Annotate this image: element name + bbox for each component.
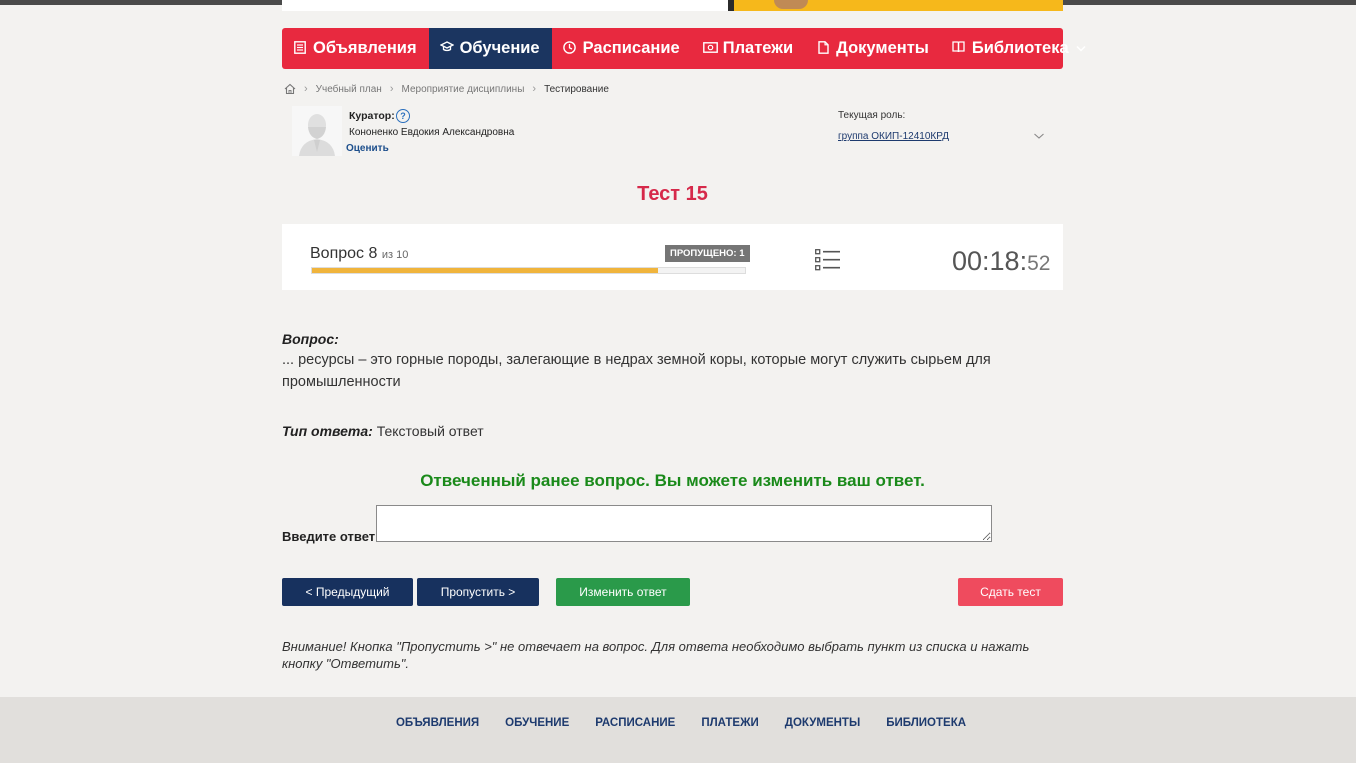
footer-link-documents[interactable]: ДОКУМЕНТЫ <box>785 717 860 729</box>
document-icon <box>816 40 830 57</box>
nav-item-announcements[interactable]: Объявления <box>282 28 429 69</box>
answer-input-label: Введите ответ: <box>282 529 380 544</box>
money-icon <box>702 41 718 56</box>
nav-label: Платежи <box>722 39 794 57</box>
answer-type: Тип ответа: Текстовый ответ <box>282 423 484 439</box>
footer-link-announcements[interactable]: ОБЪЯВЛЕНИЯ <box>396 717 479 729</box>
progress-bar <box>311 267 746 274</box>
nav-item-documents[interactable]: Документы <box>805 28 941 69</box>
footer-nav: ОБЪЯВЛЕНИЯ ОБУЧЕНИЕ РАСПИСАНИЕ ПЛАТЕЖИ Д… <box>0 717 1356 729</box>
footer: ОБЪЯВЛЕНИЯ ОБУЧЕНИЕ РАСПИСАНИЕ ПЛАТЕЖИ Д… <box>0 697 1356 763</box>
graduation-cap-icon <box>439 41 455 56</box>
previous-button[interactable]: < Предыдущий <box>282 578 413 606</box>
breadcrumb: › Учебный план › Мероприятие дисциплины … <box>284 82 609 96</box>
nav-label: Обучение <box>459 39 540 57</box>
nav-item-library[interactable]: Библиотека <box>941 28 1098 69</box>
curator-avatar <box>292 106 342 156</box>
nav-item-schedule[interactable]: Расписание <box>552 28 692 69</box>
question-label: Вопрос: <box>282 331 339 347</box>
main-nav: Объявления Обучение Расписание Платежи Д… <box>282 28 1086 69</box>
chevron-right-icon: › <box>532 83 537 95</box>
skip-button[interactable]: Пропустить > <box>417 578 539 606</box>
question-list-icon[interactable] <box>815 249 841 271</box>
curator-name: Кононенко Евдокия Александровна <box>349 127 515 138</box>
nav-label: Документы <box>836 39 929 57</box>
answer-input[interactable] <box>376 505 992 542</box>
footer-link-schedule[interactable]: РАСПИСАНИЕ <box>595 717 675 729</box>
breadcrumb-item[interactable]: Мероприятие дисциплины <box>402 84 525 95</box>
nav-item-education[interactable]: Обучение <box>428 28 552 69</box>
nav-item-payments[interactable]: Платежи <box>692 28 805 69</box>
change-answer-button[interactable]: Изменить ответ <box>556 578 690 606</box>
footer-link-education[interactable]: ОБУЧЕНИЕ <box>505 717 569 729</box>
rate-link[interactable]: Оценить <box>346 143 389 154</box>
list-icon <box>293 40 307 57</box>
curator-label: Куратор: <box>349 110 395 122</box>
chevron-down-icon <box>1076 43 1086 55</box>
breadcrumb-current: Тестирование <box>544 83 609 95</box>
skipped-badge: ПРОПУЩЕНО: 1 <box>665 245 750 262</box>
home-icon[interactable] <box>284 83 296 95</box>
chevron-down-icon[interactable] <box>1033 128 1045 139</box>
progress-fill <box>312 268 659 273</box>
page-title: Тест 15 <box>637 183 708 205</box>
answered-notice: Отвеченный ранее вопрос. Вы можете измен… <box>420 471 925 490</box>
nav-label: Библиотека <box>971 39 1069 57</box>
timer: 00:18:52 <box>952 246 1051 276</box>
chevron-right-icon: › <box>304 83 308 95</box>
clock-icon <box>563 40 577 57</box>
question-counter: Вопрос 8 из 10 <box>310 245 409 262</box>
footer-link-payments[interactable]: ПЛАТЕЖИ <box>701 717 758 729</box>
top-banner <box>282 0 1063 11</box>
submit-test-button[interactable]: Сдать тест <box>958 578 1063 606</box>
role-select[interactable]: группа ОКИП-12410КРД <box>838 131 949 142</box>
book-icon <box>952 41 966 56</box>
footer-link-library[interactable]: БИБЛИОТЕКА <box>886 717 966 729</box>
help-icon[interactable]: ? <box>396 109 410 123</box>
nav-label: Расписание <box>582 39 680 57</box>
nav-label: Объявления <box>313 39 417 57</box>
breadcrumb-item[interactable]: Учебный план <box>316 84 382 95</box>
question-text: ... ресурсы – это горные породы, залегаю… <box>282 352 991 390</box>
role-label: Текущая роль: <box>838 110 906 121</box>
chevron-right-icon: › <box>389 83 394 95</box>
question-progress-panel: Вопрос 8 из 10 ПРОПУЩЕНО: 1 00:18:52 <box>282 224 1063 290</box>
warning-text: Внимание! Кнопка "Пропустить >" не отвеч… <box>282 639 1030 671</box>
